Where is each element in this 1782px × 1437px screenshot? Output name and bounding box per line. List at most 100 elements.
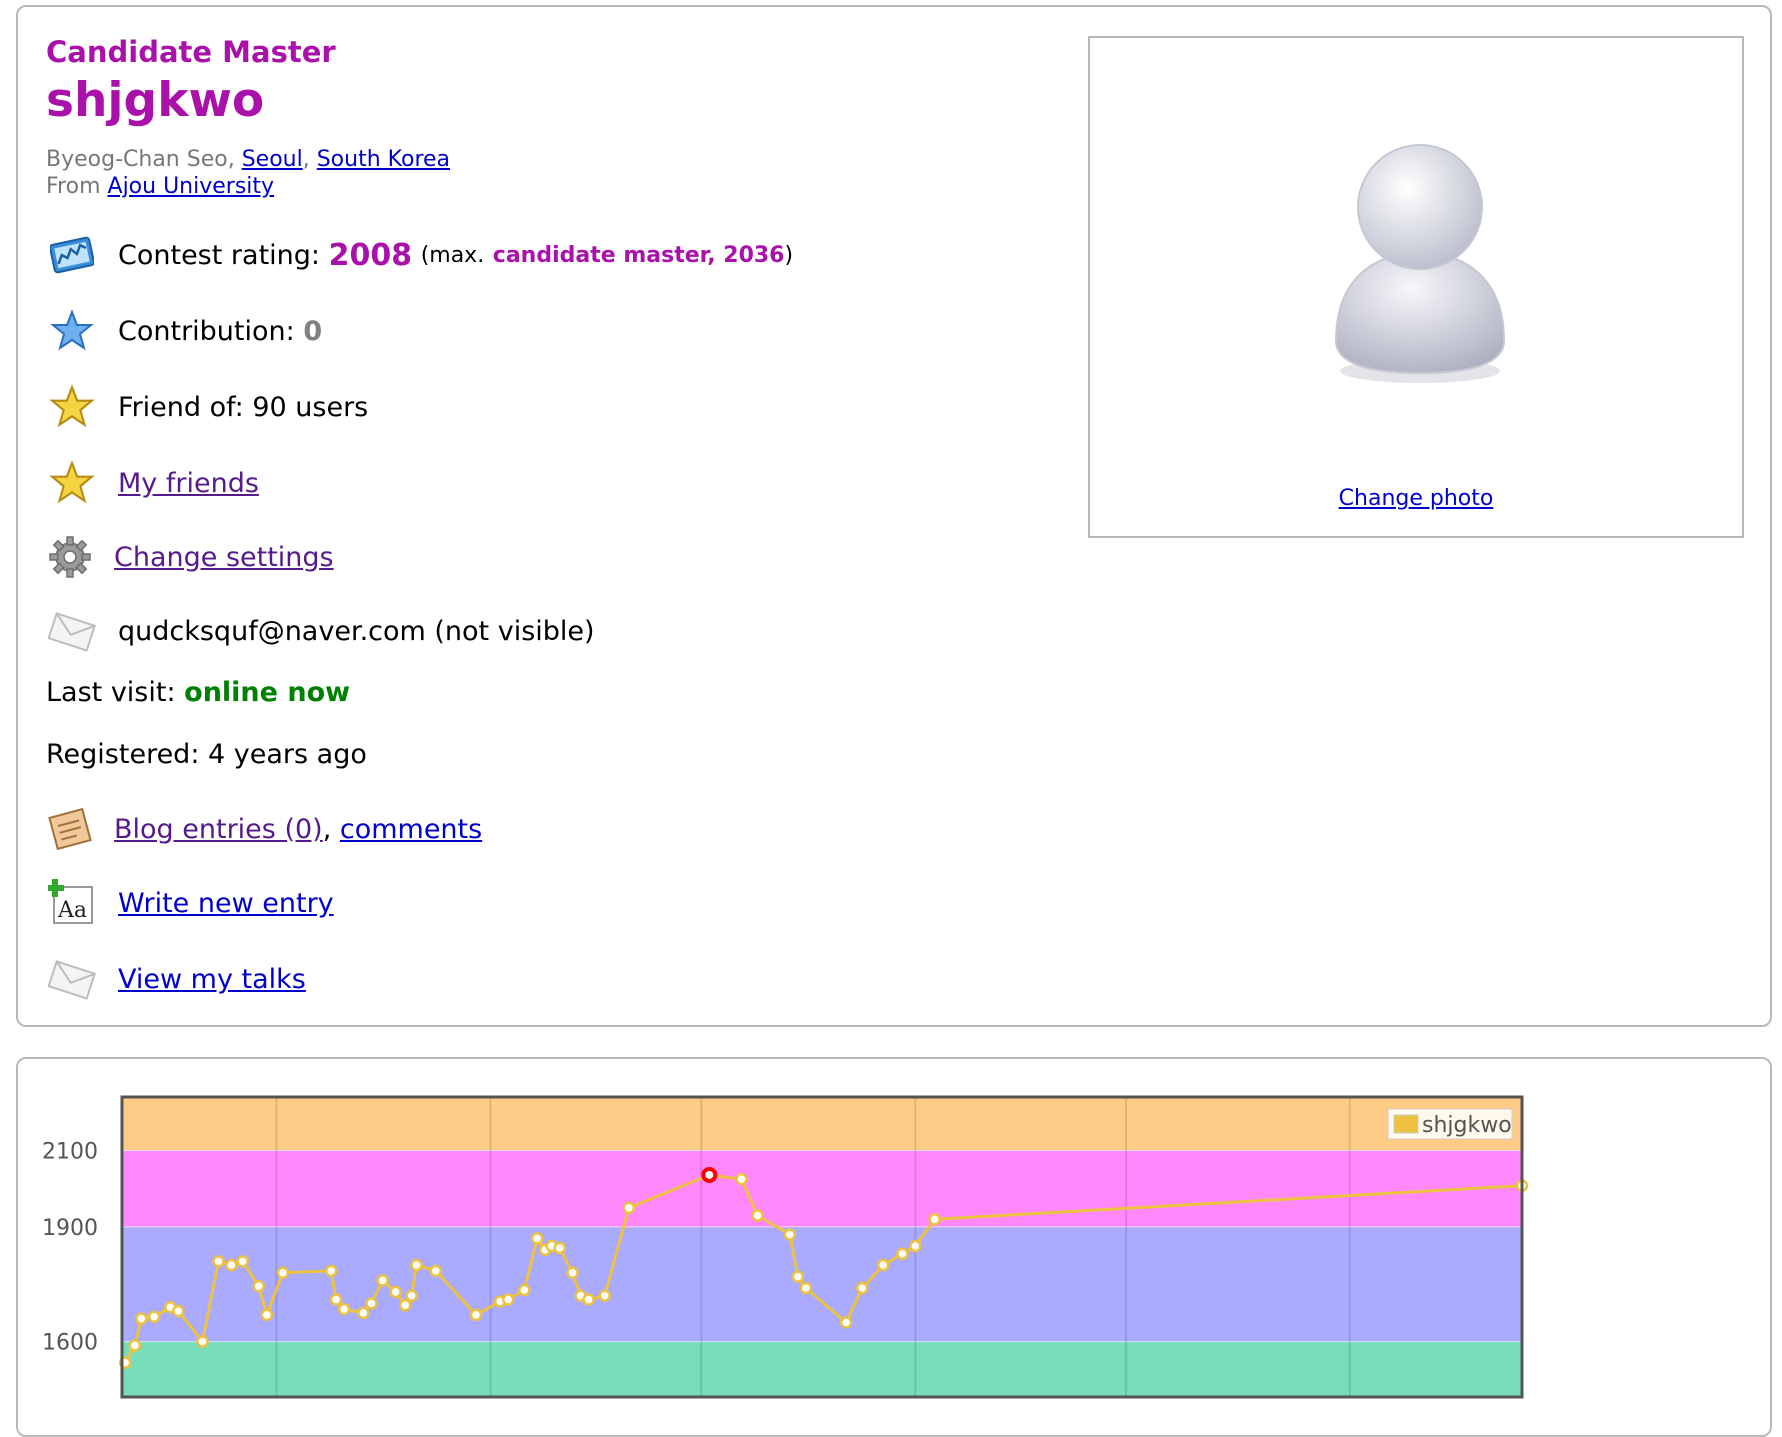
write-entry-row: Aa Write new entry bbox=[46, 877, 334, 929]
legend-swatch bbox=[1393, 1114, 1419, 1134]
rating-label: Contest rating: bbox=[118, 239, 320, 271]
svg-text:Aa: Aa bbox=[57, 898, 87, 923]
y-tick-label: 2100 bbox=[42, 1140, 98, 1165]
write-new-entry-link[interactable]: Write new entry bbox=[118, 888, 334, 919]
rating-point bbox=[405, 1289, 418, 1302]
blog-entries-link[interactable]: Blog entries (0) bbox=[114, 814, 323, 845]
rating-bands bbox=[122, 1097, 1522, 1397]
comments-link[interactable]: comments bbox=[340, 814, 482, 845]
rating-point bbox=[147, 1310, 161, 1323]
rating-point bbox=[799, 1281, 813, 1295]
chart-legend: shjgkwo bbox=[1387, 1108, 1513, 1140]
contribution-label: Contribution: bbox=[118, 315, 295, 347]
y-axis-labels: 1600 1900 2100 bbox=[42, 1140, 98, 1356]
rating-point bbox=[783, 1228, 797, 1241]
rating-point bbox=[469, 1308, 483, 1322]
rating-point bbox=[357, 1306, 370, 1320]
organization-link[interactable]: Ajou University bbox=[108, 174, 275, 199]
from-label: From bbox=[46, 174, 101, 199]
rating-band bbox=[122, 1341, 1522, 1397]
rating-point bbox=[376, 1274, 389, 1287]
city-link[interactable]: Seoul bbox=[242, 147, 303, 172]
profile-panel: Candidate Master shjgkwo Byeog-Chan Seo,… bbox=[16, 5, 1772, 1027]
rating-point bbox=[196, 1335, 209, 1348]
my-friends-row: My friends bbox=[46, 457, 259, 509]
rating-point bbox=[876, 1258, 890, 1272]
rank-title: Candidate Master bbox=[46, 35, 336, 69]
rating-band bbox=[122, 1150, 1522, 1227]
profile-photo-box: Change photo bbox=[1088, 36, 1744, 538]
rating-point bbox=[566, 1266, 579, 1280]
rating-point bbox=[598, 1289, 612, 1302]
rating-point bbox=[530, 1232, 544, 1245]
user-full-name: Byeog-Chan Seo bbox=[46, 147, 228, 172]
change-settings-link[interactable]: Change settings bbox=[114, 542, 334, 573]
rating-point bbox=[389, 1285, 402, 1299]
default-avatar-icon bbox=[1334, 144, 1506, 383]
contribution-row: Contribution: 0 bbox=[46, 305, 322, 357]
rating-point bbox=[896, 1247, 909, 1260]
envelope-icon bbox=[46, 953, 98, 1005]
rating-point bbox=[518, 1283, 531, 1297]
envelope-icon bbox=[46, 605, 98, 657]
rating-point bbox=[553, 1241, 566, 1255]
rating-point bbox=[365, 1297, 378, 1310]
rating-chart[interactable]: 1600 1900 2100 shjgkwo bbox=[18, 1059, 1770, 1435]
y-tick-label: 1600 bbox=[42, 1331, 98, 1356]
country-link[interactable]: South Korea bbox=[317, 147, 450, 172]
contribution-value: 0 bbox=[303, 315, 323, 347]
rating-point bbox=[260, 1308, 274, 1322]
last-visit-value: online now bbox=[184, 677, 351, 708]
rating-point bbox=[751, 1209, 764, 1222]
gold-star-icon bbox=[46, 457, 98, 509]
view-my-talks-link[interactable]: View my talks bbox=[118, 964, 306, 995]
rating-point bbox=[172, 1304, 185, 1318]
rating-point bbox=[324, 1264, 338, 1278]
rating-value: 2008 bbox=[328, 237, 413, 273]
rating-point bbox=[735, 1172, 748, 1186]
rating-point bbox=[622, 1201, 636, 1215]
blue-star-icon bbox=[46, 305, 98, 357]
rating-point bbox=[928, 1213, 941, 1226]
max-rating-close: ) bbox=[784, 242, 794, 268]
contest-rating-row: Contest rating: 2008 (max. candidate mas… bbox=[46, 229, 793, 281]
gold-star-icon bbox=[46, 381, 98, 433]
legend-label: shjgkwo bbox=[1422, 1113, 1512, 1138]
rating-point bbox=[501, 1293, 515, 1306]
my-friends-link[interactable]: My friends bbox=[118, 468, 259, 499]
friend-of-row: Friend of: 90 users bbox=[46, 381, 368, 433]
rating-point bbox=[410, 1258, 423, 1272]
y-tick-label: 1900 bbox=[42, 1216, 98, 1241]
rating-point bbox=[791, 1270, 805, 1283]
email-text: qudcksquf@naver.com (not visible) bbox=[118, 615, 595, 647]
new-entry-icon: Aa bbox=[46, 877, 98, 929]
max-rating-value: candidate master, 2036 bbox=[492, 242, 785, 268]
rating-point bbox=[839, 1316, 853, 1329]
blog-notepad-icon bbox=[46, 803, 94, 855]
rating-chart-panel: 1600 1900 2100 shjgkwo bbox=[16, 1057, 1772, 1437]
rating-point bbox=[236, 1255, 249, 1268]
blog-row: Blog entries (0), comments bbox=[46, 803, 482, 855]
rating-point bbox=[582, 1293, 595, 1306]
rating-point bbox=[252, 1279, 266, 1293]
change-photo-link[interactable]: Change photo bbox=[1090, 486, 1742, 511]
last-visit-label: Last visit: bbox=[46, 677, 176, 708]
registered-row: Registered: 4 years ago bbox=[46, 739, 367, 770]
rating-point bbox=[909, 1239, 922, 1253]
change-settings-row: Change settings bbox=[46, 531, 334, 583]
last-visit-row: Last visit: online now bbox=[46, 677, 350, 708]
gear-icon bbox=[46, 531, 94, 583]
rating-band bbox=[122, 1097, 1522, 1151]
rating-point bbox=[398, 1299, 412, 1312]
rating-graph-icon bbox=[46, 229, 98, 281]
email-row: qudcksquf@naver.com (not visible) bbox=[46, 605, 595, 657]
rating-point bbox=[135, 1312, 148, 1325]
user-location-line: Byeog-Chan Seo, Seoul, South Korea bbox=[46, 147, 451, 172]
talks-row: View my talks bbox=[46, 953, 306, 1005]
max-rating-open: (max. bbox=[420, 242, 485, 268]
rating-point bbox=[276, 1266, 290, 1280]
rating-point bbox=[329, 1293, 343, 1306]
rating-point bbox=[225, 1258, 238, 1272]
friend-of-text: Friend of: 90 users bbox=[118, 391, 369, 423]
rating-point bbox=[337, 1302, 351, 1316]
